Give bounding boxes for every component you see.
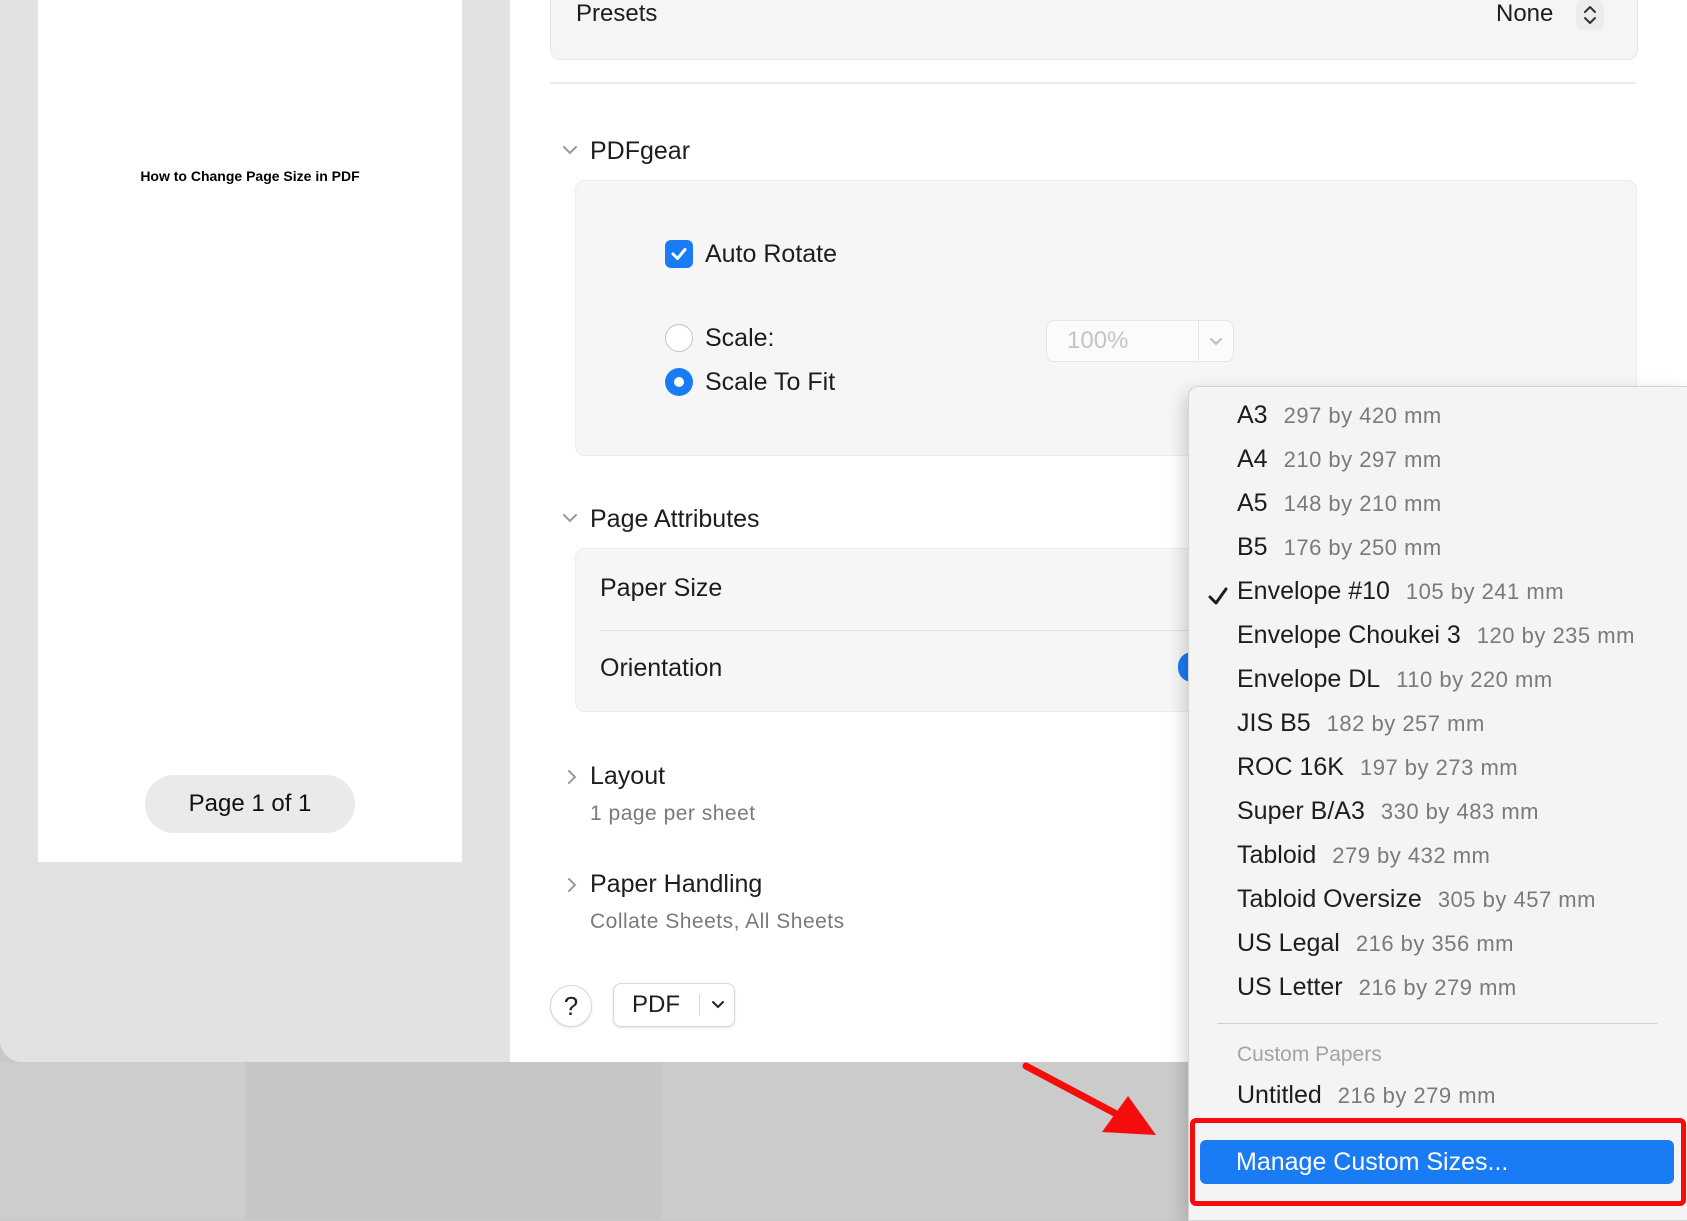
menu-item-paper-size[interactable]: A4 210 by 297 mm (1237, 445, 1442, 485)
menu-item-paper-size[interactable]: Super B/A3 330 by 483 mm (1237, 797, 1539, 837)
menu-item-dims: 197 by 273 mm (1359, 755, 1519, 780)
auto-rotate-checkbox[interactable] (665, 240, 693, 268)
checkmark-icon (1208, 587, 1228, 605)
menu-item-dims: 110 by 220 mm (1396, 667, 1553, 692)
menu-item-dims: 210 by 297 mm (1283, 447, 1442, 472)
pdf-label: PDF (632, 991, 680, 1018)
menu-item-paper-size[interactable]: Tabloid Oversize 305 by 457 mm (1237, 885, 1596, 925)
row-divider (600, 630, 1220, 631)
menu-item-paper-size[interactable]: US Letter 216 by 279 mm (1237, 973, 1517, 1013)
section-divider (550, 82, 1636, 84)
background-window-strip (0, 1062, 245, 1219)
menu-item-name: Envelope Choukei 3 (1237, 621, 1461, 649)
menu-item-name: US Legal (1237, 929, 1340, 957)
presets-updown-icon[interactable] (1576, 0, 1604, 30)
menu-item-name: Tabloid Oversize (1237, 885, 1422, 913)
scale-value: 100% (1067, 327, 1129, 354)
menu-item-name: Super B/A3 (1237, 797, 1365, 825)
help-button[interactable]: ? (550, 985, 592, 1027)
menu-item-name: Envelope DL (1237, 665, 1381, 693)
section-title-page-attributes[interactable]: Page Attributes (590, 505, 760, 534)
menu-item-dims: 105 by 241 mm (1405, 579, 1565, 604)
menu-item-paper-size[interactable]: A5 148 by 210 mm (1237, 489, 1442, 529)
menu-item-dims: 279 by 432 mm (1332, 843, 1491, 868)
menu-item-dims: 120 by 235 mm (1476, 623, 1635, 648)
presets-row (550, 0, 1638, 60)
menu-item-paper-size[interactable]: ROC 16K 197 by 273 mm (1237, 753, 1518, 793)
section-title-layout[interactable]: Layout (590, 762, 665, 791)
chevron-right-icon[interactable] (562, 767, 582, 793)
chevron-down-icon[interactable] (706, 992, 730, 1016)
scale-label: Scale: (705, 324, 775, 352)
menu-item-paper-size[interactable]: Envelope #10 105 by 241 mm (1237, 577, 1564, 617)
auto-rotate-label: Auto Rotate (705, 240, 838, 268)
menu-item-paper-size[interactable]: Envelope DL 110 by 220 mm (1237, 665, 1553, 705)
menu-item-untitled[interactable]: Untitled 216 by 279 mm (1237, 1081, 1496, 1121)
orientation-label: Orientation (600, 654, 723, 682)
menu-item-name: A4 (1237, 445, 1268, 473)
menu-item-dims: 216 by 279 mm (1337, 1083, 1496, 1108)
preview-panel: How to Change Page Size in PDF Page 1 of… (0, 0, 510, 1062)
chevron-down-icon[interactable] (560, 140, 580, 166)
section-title-paper-handling[interactable]: Paper Handling (590, 870, 762, 899)
menu-item-paper-size[interactable]: B5 176 by 250 mm (1237, 533, 1442, 573)
background-window-strip (246, 1062, 661, 1219)
menu-item-dims: 182 by 257 mm (1326, 711, 1485, 736)
menu-item-paper-size[interactable]: Envelope Choukei 3 120 by 235 mm (1237, 621, 1635, 661)
scale-combo[interactable]: 100% (1046, 320, 1234, 362)
section-title-pdfgear[interactable]: PDFgear (590, 137, 690, 166)
menu-item-paper-size[interactable]: JIS B5 182 by 257 mm (1237, 709, 1485, 749)
presets-label: Presets (576, 0, 658, 27)
menu-item-name: ROC 16K (1237, 753, 1344, 781)
menu-item-dims: 216 by 279 mm (1358, 975, 1517, 1000)
menu-item-dims: 297 by 420 mm (1283, 403, 1442, 428)
menu-item-name: Untitled (1237, 1081, 1322, 1109)
paper-size-label: Paper Size (600, 574, 723, 602)
pdf-menu-button[interactable]: PDF (613, 983, 735, 1027)
menu-item-name: A3 (1237, 401, 1268, 429)
custom-papers-header: Custom Papers (1237, 1043, 1382, 1066)
chevron-right-icon[interactable] (562, 875, 582, 901)
menu-item-paper-size[interactable]: A3 297 by 420 mm (1237, 401, 1442, 441)
page-indicator: Page 1 of 1 (145, 775, 355, 833)
menu-item-name: A5 (1237, 489, 1268, 517)
menu-item-paper-size[interactable]: US Legal 216 by 356 mm (1237, 929, 1514, 969)
scale-to-fit-radio[interactable] (665, 368, 693, 396)
menu-item-paper-size[interactable]: Tabloid 279 by 432 mm (1237, 841, 1490, 881)
annotation-highlight-box (1190, 1118, 1686, 1206)
scale-to-fit-label: Scale To Fit (705, 368, 836, 396)
menu-separator (1217, 1023, 1657, 1024)
presets-value[interactable]: None (1496, 0, 1553, 28)
page-preview: How to Change Page Size in PDF (38, 0, 462, 862)
menu-item-name: JIS B5 (1237, 709, 1311, 737)
menu-item-dims: 305 by 457 mm (1437, 887, 1596, 912)
layout-summary: 1 page per sheet (590, 802, 756, 825)
menu-item-dims: 176 by 250 mm (1283, 535, 1442, 560)
menu-item-dims: 330 by 483 mm (1380, 799, 1539, 824)
red-arrow-icon (1020, 1060, 1170, 1140)
chevron-down-icon[interactable] (1198, 321, 1233, 361)
menu-item-dims: 216 by 356 mm (1355, 931, 1514, 956)
chevron-down-icon[interactable] (560, 508, 580, 534)
paper-handling-summary: Collate Sheets, All Sheets (590, 910, 845, 933)
menu-item-name: US Letter (1237, 973, 1343, 1001)
scale-radio[interactable] (665, 324, 693, 352)
preview-page-title: How to Change Page Size in PDF (140, 168, 360, 184)
menu-item-name: Tabloid (1237, 841, 1317, 869)
paper-size-menu: A3 297 by 420 mm A4 210 by 297 mm A5 148 by 2… (1188, 386, 1687, 1221)
menu-item-name: Envelope #10 (1237, 577, 1390, 605)
menu-item-dims: 148 by 210 mm (1283, 491, 1442, 516)
menu-item-name: B5 (1237, 533, 1268, 561)
pdf-button-divider (699, 994, 700, 1016)
